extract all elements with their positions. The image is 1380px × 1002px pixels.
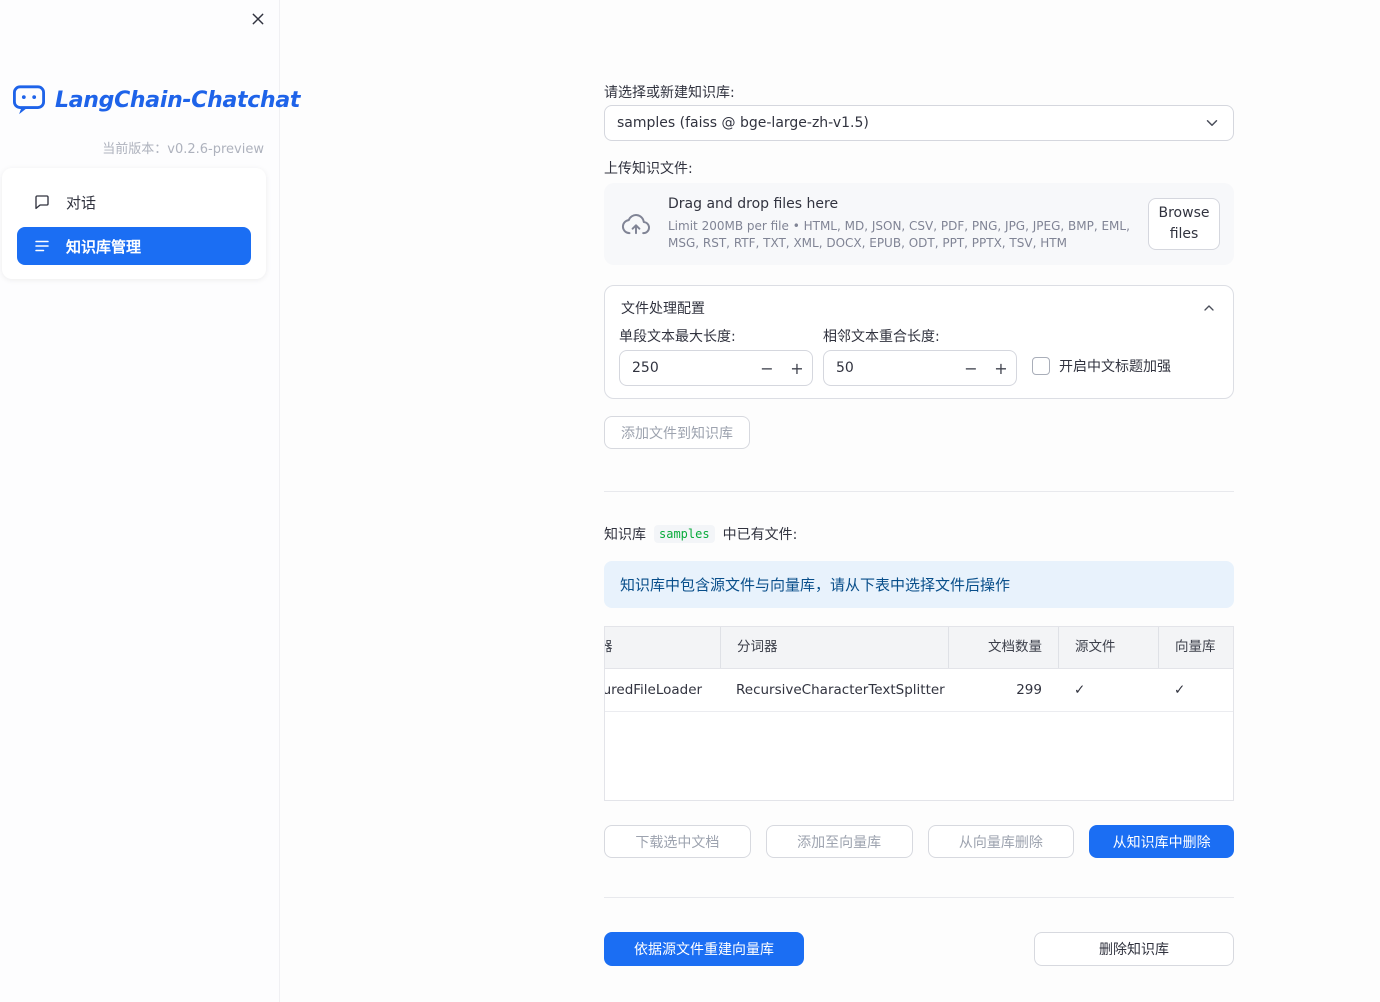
info-alert-text: 知识库中包含源文件与向量库，请从下表中选择文件后操作 — [620, 576, 1011, 594]
cell-source-file-check: ✓ — [1074, 682, 1086, 698]
column-header-source-file: 源文件 — [1058, 627, 1158, 668]
plus-button[interactable]: + — [782, 351, 812, 385]
overlap-value[interactable] — [824, 360, 920, 376]
dropzone-title: Drag and drop files here — [668, 196, 839, 213]
upload-label: 上传知识文件: — [604, 161, 693, 177]
cell-vector-store-check: ✓ — [1174, 682, 1186, 698]
max-length-value[interactable] — [620, 360, 716, 376]
list-icon — [33, 237, 51, 255]
chinese-title-checkbox[interactable]: 开启中文标题加强 — [1032, 356, 1171, 376]
dropzone-text: Drag and drop files here Limit 200MB per… — [668, 196, 1132, 252]
files-table[interactable]: 文档加载器 分词器 文档数量 源文件 向量库 UnstructuredFileL… — [604, 626, 1234, 801]
checkbox-label: 开启中文标题加强 — [1059, 359, 1171, 375]
config-expander: 文件处理配置 单段文本最大长度: − + 相邻文本重合长度: − + 开启中文标… — [604, 285, 1234, 399]
cell-doc-count: 299 — [1016, 682, 1042, 698]
sidebar-item-label: 知识库管理 — [66, 237, 142, 256]
rebuild-vector-store-button[interactable]: 依据源文件重建向量库 — [604, 932, 804, 966]
browse-files-button[interactable]: Browse files — [1148, 198, 1220, 250]
sidebar-item-chat[interactable]: 对话 — [17, 180, 251, 224]
overlap-input[interactable]: − + — [823, 350, 1017, 386]
column-header-doc-count: 文档数量 — [948, 627, 1058, 668]
kb-select-value: samples (faiss @ bge-large-zh-v1.5) — [617, 115, 869, 131]
dropzone-limit: Limit 200MB per file • HTML, MD, JSON, C… — [668, 219, 1130, 250]
kb-name-code: samples — [654, 525, 715, 543]
remove-from-vector-store-button[interactable]: 从向量库删除 — [927, 825, 1075, 858]
download-selected-button[interactable]: 下载选中文档 — [604, 825, 751, 858]
file-actions-row: 下载选中文档 添加至向量库 从向量库删除 从知识库中删除 — [604, 825, 1234, 858]
chevron-up-icon — [1201, 300, 1217, 316]
kb-select[interactable]: samples (faiss @ bge-large-zh-v1.5) — [604, 105, 1234, 141]
app-logo: LangChain-Chatchat — [12, 84, 300, 116]
cell-loader: UnstructuredFileLoader — [604, 682, 703, 698]
cloud-upload-icon — [620, 211, 652, 237]
existing-prefix: 知识库 — [604, 527, 646, 543]
sidebar-menu: 对话 知识库管理 — [2, 168, 266, 279]
app-title: LangChain-Chatchat — [55, 87, 301, 113]
sidebar-item-label: 对话 — [66, 193, 97, 212]
sidebar: LangChain-Chatchat 当前版本：v0.2.6-preview 对… — [0, 0, 300, 1002]
minus-button[interactable]: − — [752, 351, 782, 385]
chevron-down-icon — [1203, 114, 1221, 132]
column-header-splitter: 分词器 — [720, 627, 948, 668]
cell-splitter: RecursiveCharacterTextSplitter — [736, 682, 945, 698]
max-length-input[interactable]: − + — [619, 350, 813, 386]
table-body: UnstructuredFileLoader RecursiveCharacte… — [604, 669, 1233, 712]
existing-files-heading: 知识库 samples 中已有文件: — [604, 524, 797, 544]
checkbox-box — [1032, 357, 1050, 375]
config-expander-title: 文件处理配置 — [621, 301, 705, 317]
remove-from-kb-button[interactable]: 从知识库中删除 — [1089, 825, 1234, 858]
delete-kb-button[interactable]: 删除知识库 — [1034, 932, 1234, 966]
overlap-label: 相邻文本重合长度: — [823, 329, 940, 345]
plus-button[interactable]: + — [986, 351, 1016, 385]
divider — [604, 491, 1234, 492]
table-header: 文档加载器 分词器 文档数量 源文件 向量库 — [605, 627, 1233, 669]
app-page: LangChain-Chatchat 当前版本：v0.2.6-preview 对… — [0, 0, 1380, 1002]
column-header-vector-store: 向量库 — [1158, 627, 1233, 668]
add-files-button[interactable]: 添加文件到知识库 — [604, 416, 750, 449]
file-dropzone[interactable]: Drag and drop files here Limit 200MB per… — [604, 183, 1234, 265]
sidebar-item-kb-management[interactable]: 知识库管理 — [17, 227, 251, 265]
table-row: UnstructuredFileLoader RecursiveCharacte… — [604, 669, 1233, 712]
minus-button[interactable]: − — [956, 351, 986, 385]
chat-bubble-icon — [33, 193, 51, 211]
version-label: 当前版本：v0.2.6-preview — [102, 142, 264, 157]
divider — [604, 897, 1234, 898]
config-expander-header[interactable]: 文件处理配置 — [605, 286, 1233, 318]
max-length-label: 单段文本最大长度: — [619, 329, 736, 345]
info-alert: 知识库中包含源文件与向量库，请从下表中选择文件后操作 — [604, 561, 1234, 608]
chat-logo-icon — [12, 84, 46, 116]
kb-select-label: 请选择或新建知识库: — [604, 85, 735, 101]
files-table-inner: 文档加载器 分词器 文档数量 源文件 向量库 UnstructuredFileL… — [604, 627, 1233, 712]
add-to-vector-store-button[interactable]: 添加至向量库 — [765, 825, 913, 858]
existing-suffix: 中已有文件: — [722, 527, 798, 543]
column-header-loader: 文档加载器 — [605, 627, 720, 668]
close-icon[interactable] — [246, 7, 270, 31]
